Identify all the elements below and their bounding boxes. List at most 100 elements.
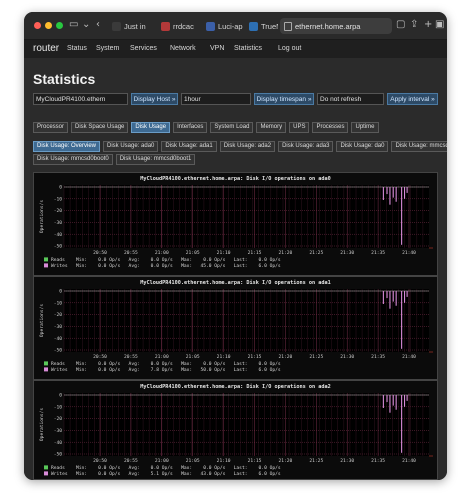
x-tick-label: 21:00 xyxy=(155,250,169,256)
x-tick-label: 21:40 xyxy=(402,458,416,464)
page-title: Statistics xyxy=(33,71,96,87)
close-window-button[interactable] xyxy=(34,22,41,29)
back-arrow-icon[interactable]: ‹ xyxy=(96,19,100,31)
x-tick-label: 21:25 xyxy=(309,354,323,360)
x-tick-label: 21:20 xyxy=(278,250,292,256)
browser-tab[interactable]: Luci-ap xyxy=(203,18,243,34)
tab-disk-ada0[interactable]: Disk Usage: ada0 xyxy=(103,141,159,152)
tab-favicon-icon xyxy=(206,21,215,31)
display-timespan-button[interactable]: Display timespan » xyxy=(254,93,314,105)
legend-series-name: Reads xyxy=(51,361,65,367)
legend-series-name: Writes xyxy=(51,471,68,477)
tab-label: Just in xyxy=(124,21,146,31)
host-select[interactable]: MyCloudPR4100.ethern xyxy=(33,93,128,105)
page-icon xyxy=(284,21,292,31)
x-tick-label: 21:05 xyxy=(186,354,200,360)
nav-item-logout[interactable]: Log out xyxy=(278,45,301,52)
x-tick-label: 21:35 xyxy=(371,250,385,256)
nav-item-statistics[interactable]: Statistics xyxy=(234,45,262,52)
disk-tabs-row-1: Disk Usage: Overview Disk Usage: ada0 Di… xyxy=(33,141,447,152)
tab-overview-icon[interactable]: ▣ xyxy=(435,19,444,31)
nav-item-services[interactable]: Services xyxy=(130,45,157,52)
y-tick-label: -10 xyxy=(54,300,63,306)
legend-swatch xyxy=(44,367,48,372)
legend-series-name: Writes xyxy=(51,367,68,373)
x-tick-label: 21:40 xyxy=(402,250,416,256)
legend-swatch xyxy=(44,471,48,476)
y-tick-label: -30 xyxy=(54,324,63,330)
tab-ups[interactable]: UPS xyxy=(289,122,310,133)
browser-tab[interactable]: rrdcac xyxy=(158,18,200,34)
brand-logo[interactable]: router xyxy=(33,43,59,54)
nav-item-system[interactable]: System xyxy=(96,45,119,52)
nav-item-status[interactable]: Status xyxy=(67,45,87,52)
x-tick-label: 20:50 xyxy=(93,250,107,256)
share-icon[interactable]: ⇪ xyxy=(410,19,418,31)
tab-uptime[interactable]: Uptime xyxy=(351,122,379,133)
sidebar-icon[interactable]: ▭ xyxy=(69,19,78,31)
x-tick-label: 21:20 xyxy=(278,458,292,464)
tab-disk-da0[interactable]: Disk Usage: da0 xyxy=(336,141,389,152)
tab-processes[interactable]: Processes xyxy=(312,122,349,133)
y-tick-label: -30 xyxy=(54,220,63,226)
y-tick-label: -50 xyxy=(54,244,63,250)
x-tick-label: 21:20 xyxy=(278,354,292,360)
address-bar[interactable]: ethernet.home.arpa xyxy=(280,18,392,34)
graph-title: MyCloudPR4100.ethernet.home.arpa: Disk I… xyxy=(140,280,331,286)
tab-disk-mmcsd0boot0[interactable]: Disk Usage: mmcsd0boot0 xyxy=(33,154,113,165)
new-tab-icon[interactable]: + xyxy=(424,19,432,31)
legend-stats: Min: 0.0 Op/s Avg: 0.0 Op/s Max: 0.0 Op/… xyxy=(76,257,281,263)
minimize-window-button[interactable] xyxy=(45,22,52,29)
tab-memory[interactable]: Memory xyxy=(256,122,287,133)
tab-disk-mmcsd0[interactable]: Disk Usage: mmcsd0 xyxy=(391,141,447,152)
x-tick-label: 21:35 xyxy=(371,354,385,360)
tab-system-load[interactable]: System Load xyxy=(210,122,254,133)
page-info-icon[interactable]: ▢ xyxy=(396,19,405,31)
y-tick-label: 0 xyxy=(59,185,62,191)
tab-disk-overview[interactable]: Disk Usage: Overview xyxy=(33,141,101,152)
x-tick-label: 20:55 xyxy=(124,458,138,464)
timespan-select[interactable]: 1hour xyxy=(181,93,251,105)
tab-favicon-icon xyxy=(112,21,121,31)
nav-item-network[interactable]: Network xyxy=(170,45,196,52)
browser-tab[interactable]: TrueNA xyxy=(246,18,278,34)
apply-interval-button[interactable]: Apply interval » xyxy=(387,93,438,105)
tab-disk-space-usage[interactable]: Disk Space Usage xyxy=(71,122,129,133)
y-tick-label: -40 xyxy=(54,232,63,238)
x-tick-label: 21:15 xyxy=(248,458,262,464)
legend-series-name: Writes xyxy=(51,263,68,269)
tab-disk-ada1[interactable]: Disk Usage: ada1 xyxy=(161,141,217,152)
y-axis-label: Operations/s xyxy=(39,200,45,233)
graph-title: MyCloudPR4100.ethernet.home.arpa: Disk I… xyxy=(140,176,331,182)
browser-tab[interactable]: Just in xyxy=(109,18,155,34)
disk-io-graph-ada1: MyCloudPR4100.ethernet.home.arpa: Disk I… xyxy=(33,276,438,380)
tab-interfaces[interactable]: Interfaces xyxy=(173,122,208,133)
tab-disk-usage[interactable]: Disk Usage xyxy=(131,122,171,133)
tab-favicon-icon xyxy=(161,21,170,31)
legend-stats: Min: 0.0 Op/s Avg: 0.0 Op/s Max: 0.0 Op/… xyxy=(76,465,281,471)
display-host-button[interactable]: Display Host » xyxy=(131,93,178,105)
nav-item-vpn[interactable]: VPN xyxy=(210,45,224,52)
browser-window: ▭ ⌄ ‹ Just in rrdcac Luci-ap TrueNA ethe… xyxy=(24,12,447,480)
tab-processor[interactable]: Processor xyxy=(33,122,69,133)
legend-stats: Min: 0.0 Op/s Avg: 0.0 Op/s Max: 0.0 Op/… xyxy=(76,361,281,367)
page-content: router Status System Services Network VP… xyxy=(24,40,447,480)
legend-swatch xyxy=(44,263,48,268)
tab-disk-mmcsd0boot1[interactable]: Disk Usage: mmcsd0boot1 xyxy=(115,154,196,165)
x-tick-label: 21:10 xyxy=(217,458,231,464)
plugin-tabs: Processor Disk Space Usage Disk Usage In… xyxy=(33,122,379,133)
top-navigation: router Status System Services Network VP… xyxy=(24,40,447,58)
tab-disk-ada3[interactable]: Disk Usage: ada3 xyxy=(278,141,334,152)
chevron-down-icon[interactable]: ⌄ xyxy=(82,19,90,31)
x-tick-label: 20:55 xyxy=(124,354,138,360)
y-tick-label: -50 xyxy=(54,452,63,458)
refresh-interval-select[interactable]: Do not refresh xyxy=(317,93,384,105)
tab-disk-ada2[interactable]: Disk Usage: ada2 xyxy=(219,141,276,152)
y-tick-label: -40 xyxy=(54,336,63,342)
y-tick-label: -40 xyxy=(54,440,63,446)
tab-label: TrueNA xyxy=(261,21,278,31)
y-tick-label: -30 xyxy=(54,428,63,434)
disk-tabs-row-2: Disk Usage: mmcsd0boot0 Disk Usage: mmcs… xyxy=(33,154,196,165)
legend-stats: Min: 0.0 Op/s Avg: 0.0 Op/s Max: 45.0 Op… xyxy=(76,263,281,269)
zoom-window-button[interactable] xyxy=(56,22,63,29)
